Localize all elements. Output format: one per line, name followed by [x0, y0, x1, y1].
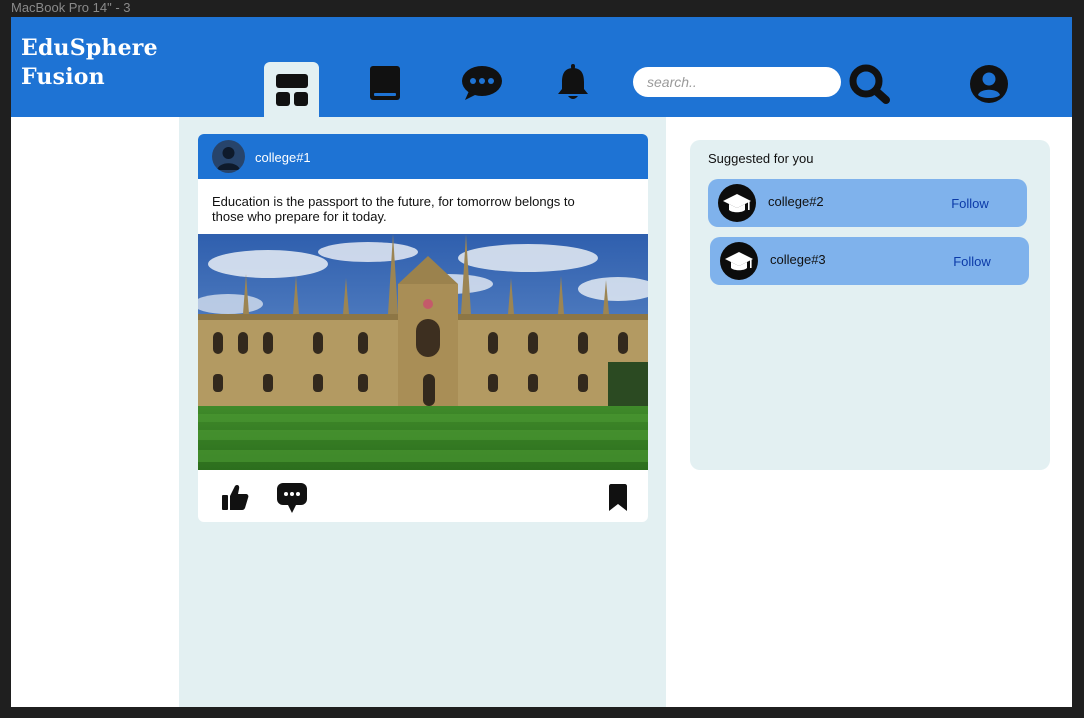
follow-button[interactable]: Follow: [944, 247, 1000, 275]
post-text: Education is the passport to the future,…: [212, 194, 575, 224]
like-button[interactable]: [218, 481, 252, 513]
college-avatar: [718, 184, 756, 222]
college-avatar: [720, 242, 758, 280]
suggestions-title: Suggested for you: [708, 151, 814, 166]
user-avatar-icon: [217, 147, 240, 170]
frame-label: MacBook Pro 14" - 3: [11, 0, 131, 15]
post-author-name[interactable]: college#1: [255, 150, 311, 165]
nav-messages-tab[interactable]: [459, 61, 505, 105]
suggestion-item[interactable]: college#2 Follow: [708, 179, 1027, 227]
book-icon: [370, 66, 400, 100]
post-image[interactable]: [198, 234, 648, 470]
post-header: college#1: [198, 134, 648, 179]
suggestion-name[interactable]: college#2: [768, 194, 824, 209]
post-author-avatar[interactable]: [212, 140, 245, 173]
nav-courses-tab[interactable]: [363, 61, 407, 105]
app-logo[interactable]: EduSphere Fusion: [21, 34, 158, 92]
nav-home-tab[interactable]: [264, 62, 319, 118]
bookmark-icon: [609, 484, 627, 511]
top-navbar: EduSphere Fusion: [11, 17, 1072, 118]
thumbs-up-icon: [222, 485, 249, 510]
post-card: college#1 Education is the passport to t…: [198, 134, 648, 522]
comment-icon: [277, 483, 307, 513]
suggestion-item[interactable]: college#3 Follow: [710, 237, 1029, 285]
nav-notifications-tab[interactable]: [551, 61, 595, 105]
app-window: EduSphere Fusion search.. college#1 Educ…: [11, 17, 1072, 707]
follow-button[interactable]: Follow: [942, 189, 998, 217]
bell-icon: [558, 64, 588, 99]
search-input[interactable]: [633, 67, 841, 97]
logo-line-1: EduSphere: [21, 35, 158, 61]
profile-button[interactable]: [969, 64, 1009, 104]
search-icon: [849, 64, 890, 104]
chat-bubble-icon: [462, 66, 502, 100]
dashboard-icon: [275, 74, 308, 106]
search-button[interactable]: [849, 64, 891, 104]
suggestions-panel: Suggested for you college#2 Follow colle…: [690, 140, 1050, 470]
graduation-cap-icon: [725, 252, 753, 271]
user-circle-icon: [970, 65, 1008, 103]
logo-line-2: Fusion: [21, 64, 105, 90]
comment-button[interactable]: [275, 481, 309, 515]
bookmark-button[interactable]: [604, 483, 632, 513]
suggestion-name[interactable]: college#3: [770, 252, 826, 267]
graduation-cap-icon: [723, 194, 751, 213]
